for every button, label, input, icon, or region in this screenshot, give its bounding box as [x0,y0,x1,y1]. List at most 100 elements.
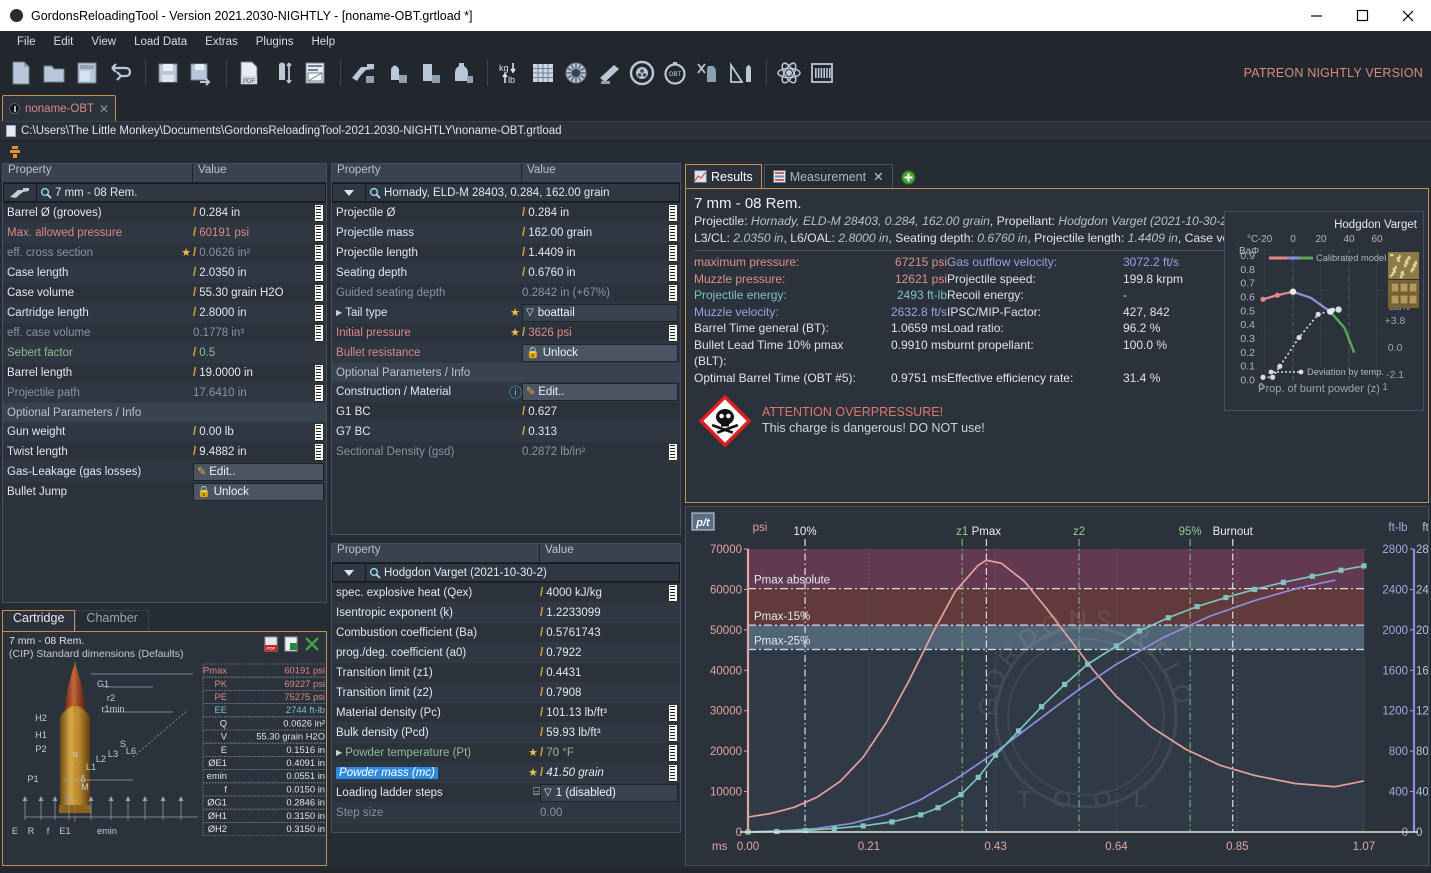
favorite-star-icon[interactable]: ★ [528,746,538,759]
menu-edit[interactable]: Edit [45,34,83,50]
property-value-cell[interactable]: /0.284 in [193,203,326,222]
cartridge-type-icon[interactable] [3,183,37,202]
property-action-button[interactable]: ✎ Edit.. [522,382,678,401]
toolbar-save-as-icon[interactable] [186,57,216,89]
favorite-star-icon[interactable]: ★ [510,306,520,319]
property-value-cell[interactable]: /4000 kJ/kg [540,583,680,602]
property-value-cell[interactable]: /0.00 lb [193,422,326,441]
property-row[interactable]: ▶ Powder temperature (Pt) ★/70 °F [332,743,680,763]
close-button[interactable] [1385,0,1431,31]
property-dropdown[interactable]: ▽ boattail [522,303,678,322]
ruler-slider-icon[interactable] [668,283,678,302]
property-row[interactable]: Projectile mass/162.00 grain [332,223,680,243]
ruler-slider-icon[interactable] [314,243,325,262]
toolbar-reload-icon[interactable] [105,57,135,89]
ruler-slider-icon[interactable] [668,323,678,342]
property-value-cell[interactable]: /59.93 lb/ft³ [540,723,680,742]
ruler-slider-icon[interactable] [314,223,325,242]
ruler-slider-icon[interactable] [314,283,325,302]
menu-help[interactable]: Help [302,34,344,50]
toolbar-open-recent-icon[interactable] [72,57,102,89]
property-row[interactable]: prog./deg. coefficient (a0) /0.7922 [332,643,680,663]
tab-measurement-close-icon[interactable]: ✕ [873,169,883,184]
favorite-star-icon[interactable]: ★ [510,326,520,339]
powder-search-field[interactable]: Hodgdon Varget (2021-10-30-2) [366,563,680,582]
tab-cartridge[interactable]: Cartridge [2,610,76,631]
ruler-slider-icon[interactable] [668,743,678,762]
add-tab-icon[interactable] [901,170,916,185]
powder-search-row[interactable]: Hodgdon Varget (2021-10-30-2) [332,563,680,583]
ruler-slider-icon[interactable] [314,442,325,461]
property-row[interactable]: Barrel length/19.0000 in [3,363,327,383]
property-row[interactable]: Material density (Pc) /101.13 lb/ft³ [332,703,680,723]
toolbar-telescope-icon[interactable] [594,57,624,89]
toolbar-burn-rate-icon[interactable] [561,57,591,89]
property-value-cell[interactable]: /3626 psi [522,323,680,342]
property-value-cell[interactable]: /9.4882 in [193,442,326,461]
tab-results[interactable]: Results [685,164,762,188]
ruler-slider-icon[interactable] [314,323,325,342]
minimize-button[interactable] [1293,0,1339,31]
toolbar-save-icon[interactable] [153,57,183,89]
property-row[interactable]: Gun weight/0.00 lb [3,422,327,442]
property-value-cell[interactable]: /0.7908 [540,687,680,699]
property-row[interactable]: Barrel Ø (grooves) /0.284 in [3,203,327,223]
cartridge-search-row[interactable]: 7 mm - 08 Rem. [3,183,327,203]
ruler-slider-icon[interactable] [314,363,325,382]
menu-extras[interactable]: Extras [196,34,247,50]
ruler-slider-icon[interactable] [314,422,325,441]
property-row[interactable]: Bullet Jump 🔒 Unlock [3,482,327,502]
property-value-cell[interactable]: 0.2872 lb/in² [522,442,680,461]
tab-chamber[interactable]: Chamber [75,610,149,631]
toolbar-report-icon[interactable] [300,57,330,89]
favorite-star-icon[interactable]: ★ [181,246,191,259]
property-row[interactable]: G7 BC/0.313 [332,422,680,442]
property-row[interactable]: Combustion coefficient (Ba) /0.5761743 [332,623,680,643]
property-value-cell[interactable]: 0.2842 in (+67%) [522,283,680,302]
toolbar-export-pdf-icon[interactable]: PDF [234,57,264,89]
obt-mini-chart[interactable]: Hodgdon Varget °C -20 0 20 40 60 BaΦ 0.0 0.1 0.2 0.… [1224,211,1424,411]
property-value-cell[interactable]: /55.30 grain H2O [193,283,326,302]
projectile-search-field[interactable]: Hornady, ELD-M 28403, 0.284, 162.00 grai… [366,183,680,202]
menu-plugins[interactable]: Plugins [247,34,303,50]
property-value-cell[interactable]: /101.13 lb/ft³ [540,703,680,722]
property-row[interactable]: Projectile Ø/0.284 in [332,203,680,223]
ruler-slider-icon[interactable] [314,303,325,322]
toolbar-caliper-bullet-icon[interactable] [726,57,756,89]
ruler-slider-icon[interactable] [668,763,678,782]
powder-expand-button[interactable] [332,563,367,582]
property-value-cell[interactable]: /0.4431 [540,667,680,679]
property-value-cell[interactable]: 0.1778 in³ [193,323,326,342]
property-row[interactable]: Construction / Material ⓘ ✎ Edit.. [332,382,680,402]
ruler-slider-icon[interactable] [668,243,678,262]
toolbar-obt-clock-icon[interactable]: OBT [660,57,690,89]
powder-funnel-icon[interactable] [7,144,23,160]
property-value-cell[interactable]: 17.6410 in [193,383,326,402]
property-row[interactable]: Case volume/55.30 grain H2O [3,283,327,303]
property-row[interactable]: Projectile length/1.4409 in [332,243,680,263]
document-tab-noname-obt[interactable]: noname-OBT ✕ [2,95,117,121]
toolbar-target-icon[interactable] [627,57,657,89]
ruler-slider-icon[interactable] [314,203,325,222]
property-value-cell[interactable]: /1.4409 in [522,243,680,262]
expand-arrow-icon[interactable]: ▶ [336,308,342,317]
property-value-cell[interactable]: /0.5761743 [540,627,680,639]
property-value-cell[interactable]: /162.00 grain [522,223,680,242]
toolbar-case-stack-icon[interactable] [414,57,444,89]
property-row[interactable]: Projectile path 17.6410 in [3,383,327,403]
ruler-slider-icon[interactable] [668,223,678,242]
property-value-cell[interactable]: 0.00 [540,807,680,819]
property-row[interactable]: Isentropic exponent (k) /1.2233099 [332,603,680,623]
property-dropdown[interactable]: ▽ 1 (disabled) [540,783,678,802]
document-tab-close-icon[interactable]: ✕ [99,102,109,116]
toolbar-bullet-stack-icon[interactable] [381,57,411,89]
ruler-slider-icon[interactable] [668,583,678,602]
property-row[interactable]: Gas-Leakage (gas losses) ✎ Edit.. [3,462,327,482]
property-action-button[interactable]: 🔒 Unlock [193,482,325,501]
close-x-icon[interactable] [304,636,320,652]
ruler-slider-icon[interactable] [668,442,678,461]
menu-view[interactable]: View [82,34,125,50]
property-value-cell[interactable]: /19.0000 in [193,363,326,382]
property-row[interactable]: ▶ Tail type ★ ▽ boattail [332,303,680,323]
property-row[interactable]: G1 BC/0.627 [332,402,680,422]
